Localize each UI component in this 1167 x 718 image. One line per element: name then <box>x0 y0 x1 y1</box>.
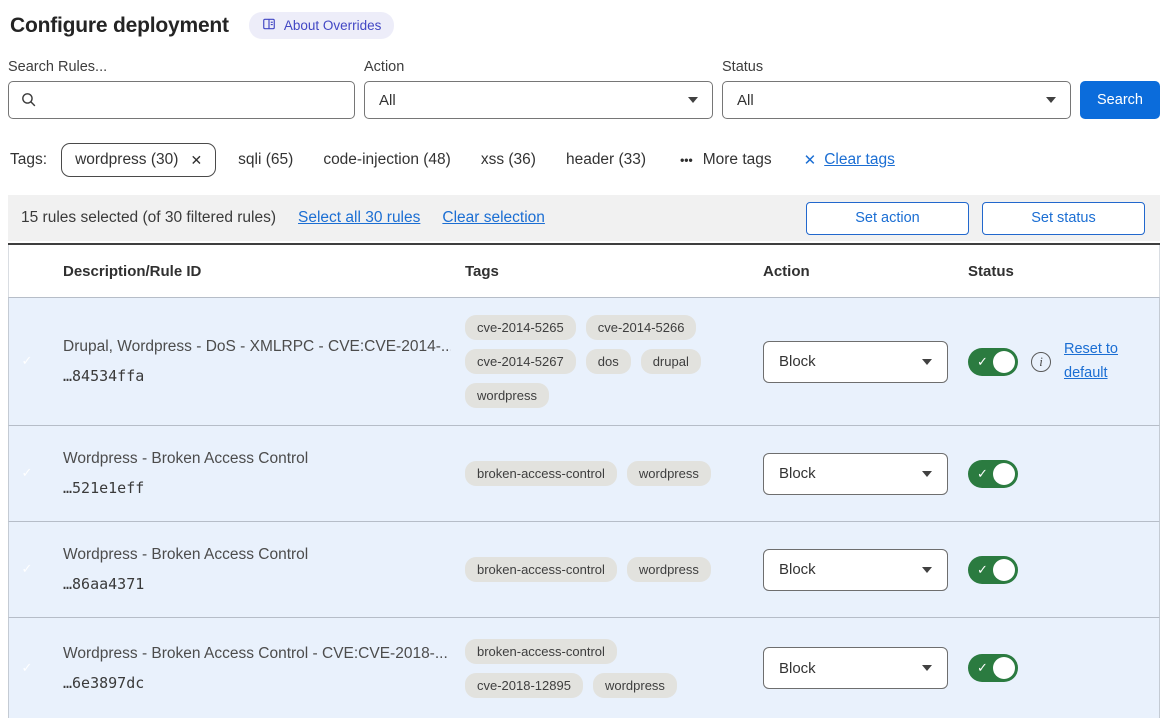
table-row: ✓ Wordpress - Broken Access Control …86a… <box>8 521 1160 617</box>
action-filter-label: Action <box>364 59 713 75</box>
check-icon: ✓ <box>977 660 988 676</box>
set-status-button[interactable]: Set status <box>982 202 1145 235</box>
status-toggle[interactable]: ✓ <box>968 556 1018 584</box>
status-toggle[interactable]: ✓ <box>968 348 1018 376</box>
search-button[interactable]: Search <box>1080 81 1160 119</box>
tag-code-injection[interactable]: code-injection (48) <box>323 151 451 169</box>
check-icon: ✓ <box>977 562 988 578</box>
rule-action-value: Block <box>779 353 816 370</box>
check-icon: ✓ <box>977 466 988 482</box>
search-icon <box>20 91 37 113</box>
rule-id: …86aa4371 <box>63 575 451 593</box>
rule-tag: broken-access-control <box>465 639 617 664</box>
col-description: Description/Rule ID <box>63 263 465 280</box>
chevron-down-icon <box>922 471 932 477</box>
rule-action-value: Block <box>779 465 816 482</box>
rule-tag: drupal <box>641 349 701 374</box>
status-toggle[interactable]: ✓ <box>968 654 1018 682</box>
clear-icon: ✕ <box>804 151 817 169</box>
more-tags-label: More tags <box>703 151 772 169</box>
filters-row: Search Rules... Action All Status All Se… <box>8 59 1160 119</box>
chevron-down-icon <box>922 665 932 671</box>
table-row: ✓ Wordpress - Broken Access Control …521… <box>8 425 1160 521</box>
ellipsis-icon: ••• <box>680 153 693 167</box>
chevron-down-icon <box>922 567 932 573</box>
rule-action-value: Block <box>779 660 816 677</box>
rule-id: …6e3897dc <box>63 674 451 692</box>
about-overrides-badge[interactable]: About Overrides <box>249 12 395 39</box>
set-action-button[interactable]: Set action <box>806 202 969 235</box>
table-header-row: Description/Rule ID Tags Action Status <box>8 245 1160 297</box>
status-filter-value: All <box>737 92 754 109</box>
col-action: Action <box>763 263 968 280</box>
chevron-down-icon <box>688 97 698 103</box>
action-filter-value: All <box>379 92 396 109</box>
toggle-knob <box>993 351 1015 373</box>
rule-tag: cve-2014-5266 <box>586 315 697 340</box>
chevron-down-icon <box>1046 97 1056 103</box>
rule-action-select[interactable]: Block <box>763 549 948 591</box>
selection-bar: 15 rules selected (of 30 filtered rules)… <box>8 195 1160 241</box>
clear-tags-link[interactable]: ✕ Clear tags <box>804 151 895 169</box>
rule-tag: cve-2014-5265 <box>465 315 576 340</box>
action-filter-select[interactable]: All <box>364 81 713 119</box>
table-row: ✓ Drupal, Wordpress - DoS - XMLRPC - CVE… <box>8 297 1160 425</box>
col-tags: Tags <box>465 263 763 280</box>
titlebar: Configure deployment About Overrides <box>10 12 1160 39</box>
col-status: Status <box>968 263 1159 280</box>
indeterminate-icon <box>32 271 41 274</box>
rule-tag: cve-2018-12895 <box>465 673 583 698</box>
reset-to-default-link[interactable]: Reset to default <box>1064 338 1128 386</box>
page-title: Configure deployment <box>10 14 229 38</box>
rules-table: Description/Rule ID Tags Action Status ✓… <box>8 243 1160 718</box>
selected-tag-label: wordpress (30) <box>75 151 178 169</box>
rule-id: …521e1eff <box>63 479 451 497</box>
tag-xss[interactable]: xss (36) <box>481 151 536 169</box>
toggle-knob <box>993 559 1015 581</box>
tags-bar: Tags: wordpress (30) ✕ sqli (65) code-in… <box>10 143 1160 177</box>
tags-label: Tags: <box>10 151 47 169</box>
table-row: ✓ Wordpress - Broken Access Control - CV… <box>8 617 1160 718</box>
selected-tag-wordpress[interactable]: wordpress (30) ✕ <box>61 143 216 177</box>
chevron-down-icon <box>922 359 932 365</box>
toggle-knob <box>993 463 1015 485</box>
remove-tag-icon[interactable]: ✕ <box>190 152 202 169</box>
search-rules-input[interactable] <box>8 81 355 119</box>
rule-description: Wordpress - Broken Access Control <box>63 450 451 468</box>
book-icon <box>262 17 276 34</box>
rule-action-select[interactable]: Block <box>763 341 948 383</box>
rule-description: Drupal, Wordpress - DoS - XMLRPC - CVE:C… <box>63 338 451 356</box>
rule-tag: broken-access-control <box>465 461 617 486</box>
status-filter-select[interactable]: All <box>722 81 1071 119</box>
status-filter-label: Status <box>722 59 1071 75</box>
configure-deployment-page: Configure deployment About Overrides Sea… <box>0 0 1167 718</box>
tag-header[interactable]: header (33) <box>566 151 646 169</box>
rule-tag: dos <box>586 349 631 374</box>
toggle-knob <box>993 657 1015 679</box>
about-overrides-label: About Overrides <box>284 18 382 33</box>
clear-tags-label: Clear tags <box>824 151 895 169</box>
tag-sqli[interactable]: sqli (65) <box>238 151 293 169</box>
rule-tag: wordpress <box>627 557 711 582</box>
select-all-link[interactable]: Select all 30 rules <box>298 209 420 227</box>
rule-action-select[interactable]: Block <box>763 453 948 495</box>
clear-selection-link[interactable]: Clear selection <box>442 209 545 227</box>
rule-id: …84534ffa <box>63 367 451 385</box>
search-rules-label: Search Rules... <box>8 59 355 75</box>
rule-description: Wordpress - Broken Access Control - CVE:… <box>63 645 451 663</box>
rule-tag: wordpress <box>627 461 711 486</box>
rule-action-select[interactable]: Block <box>763 647 948 689</box>
status-toggle[interactable]: ✓ <box>968 460 1018 488</box>
rule-tag: wordpress <box>593 673 677 698</box>
rule-action-value: Block <box>779 561 816 578</box>
rule-tag: wordpress <box>465 383 549 408</box>
selection-summary: 15 rules selected (of 30 filtered rules) <box>21 209 276 227</box>
more-tags-button[interactable]: ••• More tags <box>680 151 772 169</box>
check-icon: ✓ <box>977 354 988 370</box>
rule-tag: cve-2014-5267 <box>465 349 576 374</box>
rule-tag: broken-access-control <box>465 557 617 582</box>
rule-description: Wordpress - Broken Access Control <box>63 546 451 564</box>
info-icon[interactable]: i <box>1031 352 1051 372</box>
